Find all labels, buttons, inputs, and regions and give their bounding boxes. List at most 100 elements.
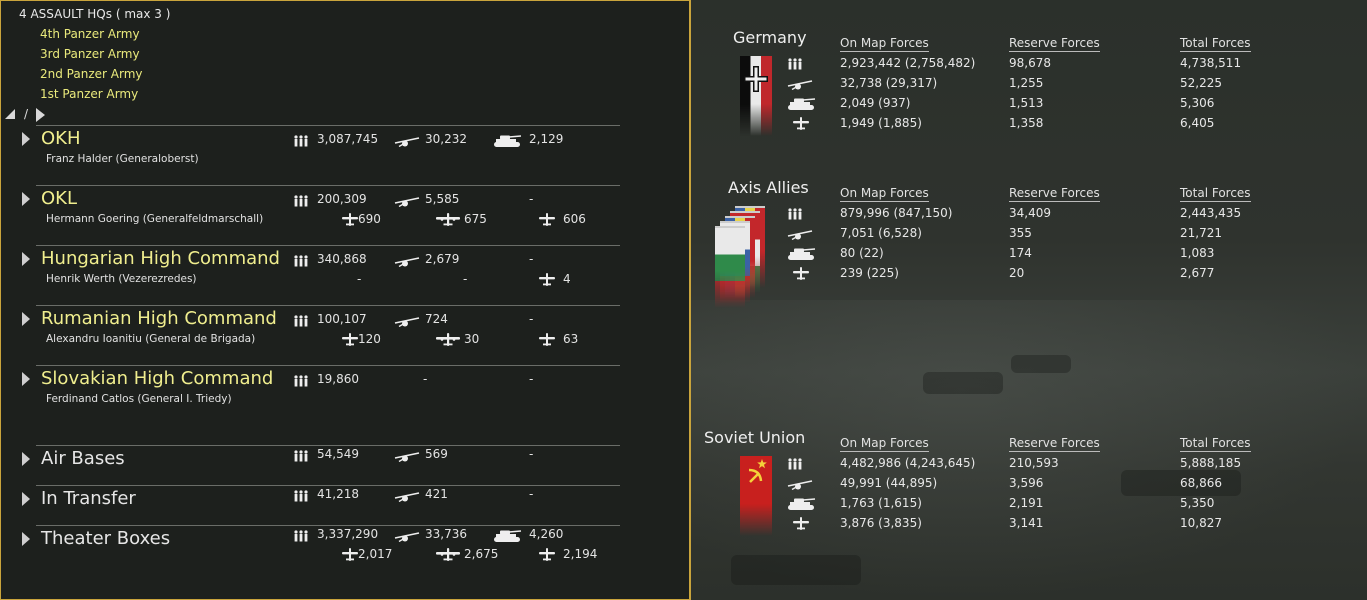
commander-name: Henrik Werth (Vezerezredes): [46, 273, 197, 285]
bomber-plane-icon: [436, 213, 460, 226]
expand-arrow-icon[interactable]: [22, 452, 30, 466]
command-row-slovakian[interactable]: Slovakian High Command Ferdinand Catlos …: [22, 365, 620, 445]
command-panel: 4 ASSAULT HQs ( max 3 ) 4th Panzer Army …: [0, 0, 691, 600]
command-name[interactable]: In Transfer: [41, 488, 136, 509]
column-header-total: Total Forces: [1180, 436, 1251, 452]
command-name[interactable]: Slovakian High Command: [41, 368, 273, 389]
commander-name: Ferdinand Catlos (General I. Triedy): [46, 393, 232, 405]
command-name[interactable]: Air Bases: [41, 448, 125, 469]
soviet-men-onmap: 4,482,986 (4,243,645): [840, 456, 976, 470]
soviet-air-total: 10,827: [1180, 516, 1222, 530]
men-icon: [294, 530, 308, 542]
hq-item-3rd-panzer-army[interactable]: 3rd Panzer Army: [40, 47, 140, 61]
commander-name: Alexandru Ioanitiu (General de Brigada): [46, 333, 256, 345]
soviet-flag-icon: [740, 456, 772, 536]
column-header-reserve: Reserve Forces: [1009, 36, 1100, 52]
soviet-guns-total: 68,866: [1180, 476, 1222, 490]
germany-air-total: 6,405: [1180, 116, 1215, 130]
tank-icon: [788, 498, 816, 510]
gun-icon: [394, 317, 420, 327]
plane-icon: [539, 333, 555, 346]
other-air-count: 606: [563, 212, 586, 226]
command-name[interactable]: OKH: [41, 128, 81, 149]
column-header-total: Total Forces: [1180, 36, 1251, 52]
gun-count: -: [423, 372, 428, 386]
column-header-reserve: Reserve Forces: [1009, 186, 1100, 202]
afv-count: -: [529, 487, 534, 501]
men-icon: [294, 195, 308, 207]
germany-afv-onmap: 2,049 (937): [840, 96, 911, 110]
axis-allies-flags-icon: [715, 206, 775, 308]
expand-arrow-icon[interactable]: [22, 372, 30, 386]
men-icon: [294, 135, 308, 147]
command-row-air-bases[interactable]: Air Bases 54,549 569 -: [22, 445, 620, 485]
axis-men-reserve: 34,409: [1009, 206, 1051, 220]
command-name[interactable]: OKL: [41, 188, 77, 209]
axis-men-onmap: 879,996 (847,150): [840, 206, 953, 220]
axis-afv-reserve: 174: [1009, 246, 1032, 260]
soviet-afv-onmap: 1,763 (1,615): [840, 496, 922, 510]
gun-icon: [394, 532, 420, 542]
afv-count: -: [529, 192, 534, 206]
column-header-on-map: On Map Forces: [840, 186, 929, 202]
men-icon: [294, 490, 308, 502]
germany-air-reserve: 1,358: [1009, 116, 1044, 130]
fighter-plane-icon: [342, 213, 358, 226]
gun-count: 724: [425, 312, 448, 326]
tank-icon: [494, 530, 522, 542]
gun-icon: [394, 492, 420, 502]
gun-count: 421: [425, 487, 448, 501]
men-icon: [294, 315, 308, 327]
nav-back-icon[interactable]: [5, 109, 15, 119]
command-name[interactable]: Rumanian High Command: [41, 308, 277, 329]
command-row-okl[interactable]: OKL Hermann Goering (Generalfeldmarschal…: [22, 185, 620, 245]
command-row-hungarian[interactable]: Hungarian High Command Henrik Werth (Vez…: [22, 245, 620, 305]
expand-arrow-icon[interactable]: [22, 492, 30, 506]
expand-arrow-icon[interactable]: [22, 252, 30, 266]
background-tank-silhouette: [923, 372, 1003, 394]
afv-count: -: [529, 312, 534, 326]
gun-count: 5,585: [425, 192, 460, 206]
axis-air-reserve: 20: [1009, 266, 1025, 280]
hq-item-1st-panzer-army[interactable]: 1st Panzer Army: [40, 87, 138, 101]
plane-icon: [793, 517, 809, 530]
other-air-count: 4: [563, 272, 571, 286]
command-row-in-transfer[interactable]: In Transfer 41,218 421 -: [22, 485, 620, 525]
command-row-rumanian[interactable]: Rumanian High Command Alexandru Ioanitiu…: [22, 305, 620, 365]
men-count: 200,309: [317, 192, 367, 206]
men-count: 3,087,745: [317, 132, 379, 146]
hq-item-2nd-panzer-army[interactable]: 2nd Panzer Army: [40, 67, 142, 81]
command-row-theater-boxes[interactable]: Theater Boxes 3,337,290 33,736 4,260 2,0…: [22, 525, 620, 585]
gun-count: 2,679: [425, 252, 460, 266]
tank-icon: [494, 135, 522, 147]
fighter-count: -: [357, 272, 362, 286]
germany-men-onmap: 2,923,442 (2,758,482): [840, 56, 976, 70]
expand-arrow-icon[interactable]: [22, 192, 30, 206]
expand-arrow-icon[interactable]: [22, 312, 30, 326]
plane-icon: [793, 117, 809, 130]
germany-guns-total: 52,225: [1180, 76, 1222, 90]
expand-arrow-icon[interactable]: [22, 132, 30, 146]
commander-name: Franz Halder (Generaloberst): [46, 153, 199, 165]
soviet-air-reserve: 3,141: [1009, 516, 1044, 530]
bomber-count: -: [463, 272, 468, 286]
gun-icon: [787, 480, 813, 490]
axis-air-onmap: 239 (225): [840, 266, 899, 280]
expand-arrow-icon[interactable]: [22, 532, 30, 546]
other-air-count: 63: [563, 332, 579, 346]
men-count: 41,218: [317, 487, 359, 501]
soviet-air-onmap: 3,876 (3,835): [840, 516, 922, 530]
command-row-okh[interactable]: OKH Franz Halder (Generaloberst) 3,087,7…: [22, 125, 620, 185]
background-tank-silhouette: [1011, 355, 1071, 373]
command-name[interactable]: Hungarian High Command: [41, 248, 280, 269]
gun-icon: [394, 137, 420, 147]
nav-forward-icon[interactable]: [36, 108, 45, 122]
fighter-count: 120: [358, 332, 381, 346]
germany-men-total: 4,738,511: [1180, 56, 1242, 70]
axis-men-total: 2,443,435: [1180, 206, 1242, 220]
gun-icon: [787, 80, 813, 90]
column-header-on-map: On Map Forces: [840, 36, 929, 52]
axis-afv-total: 1,083: [1180, 246, 1215, 260]
command-name[interactable]: Theater Boxes: [41, 528, 170, 549]
hq-item-4th-panzer-army[interactable]: 4th Panzer Army: [40, 27, 140, 41]
